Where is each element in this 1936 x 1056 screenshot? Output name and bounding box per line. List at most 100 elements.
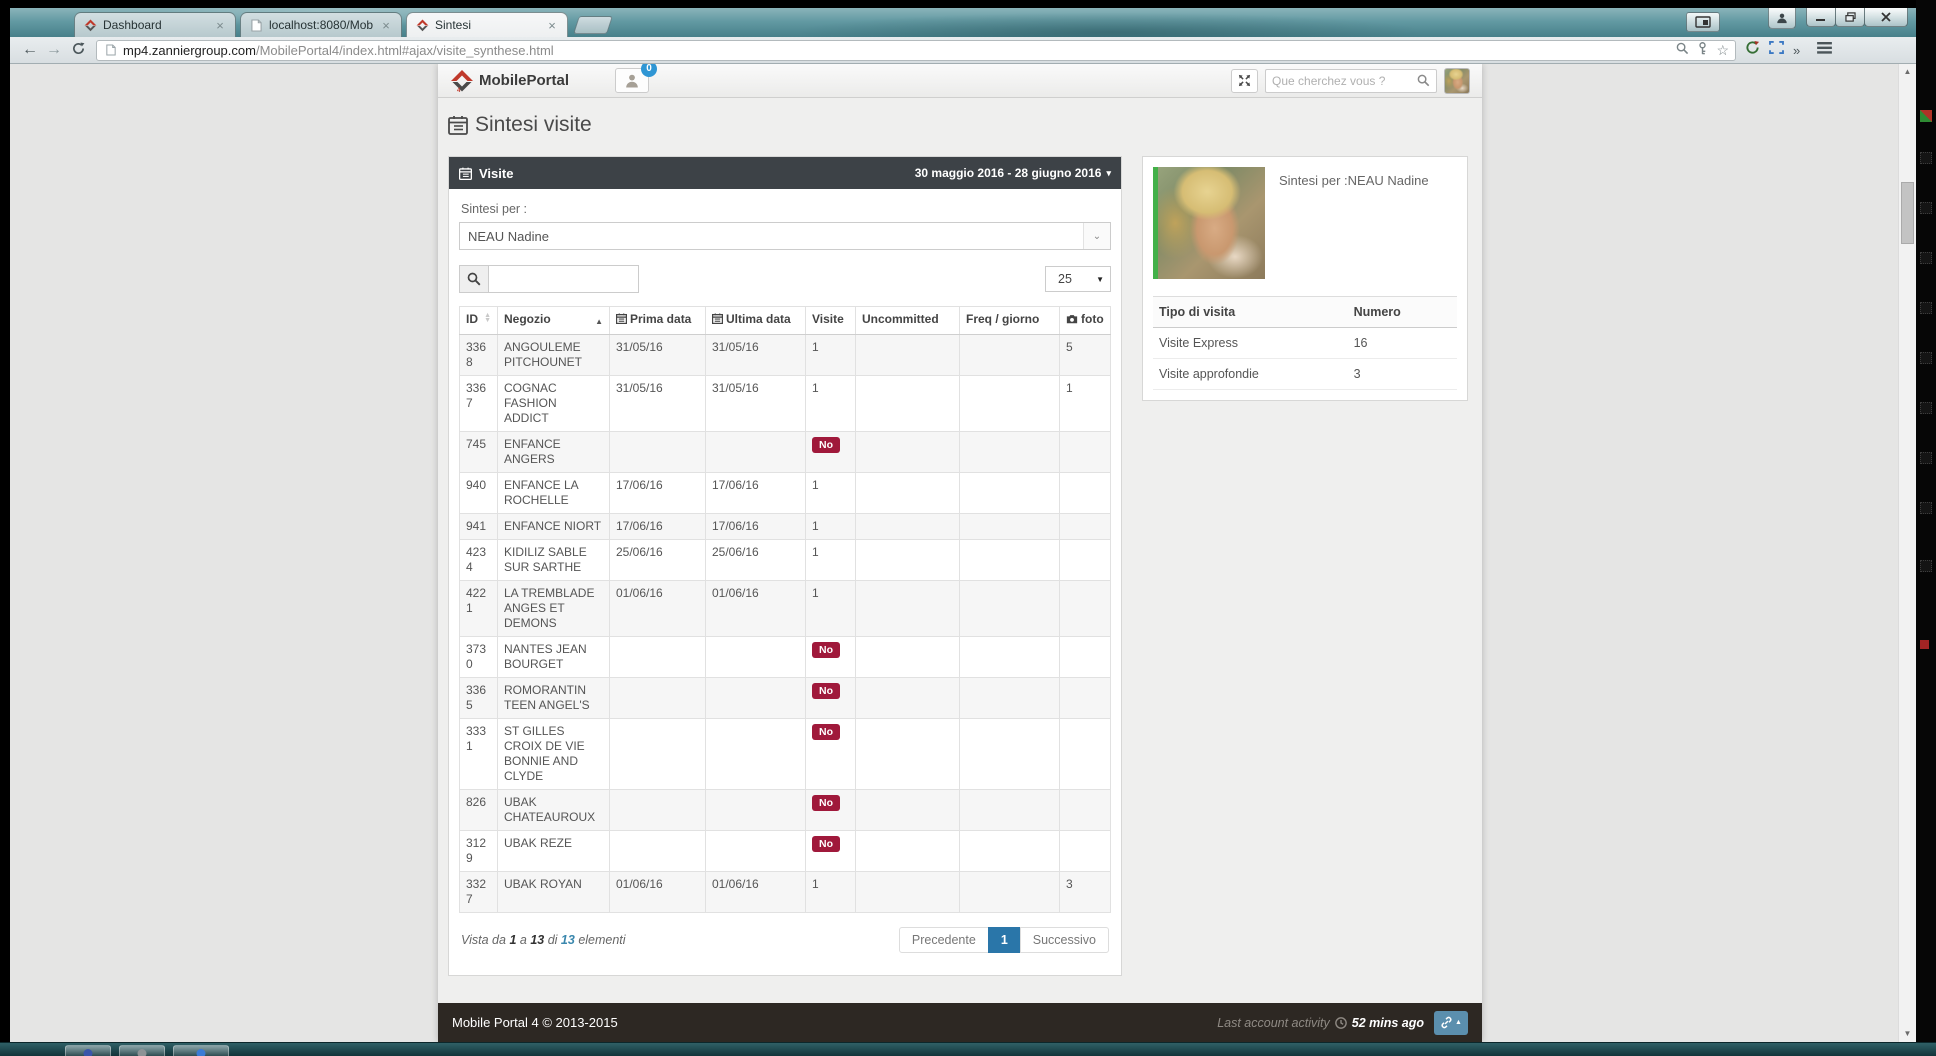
table-info: Vista da 1 a 13 di 13 elementi: [461, 933, 626, 947]
copyright-text: Mobile Portal 4 © 2013-2015: [452, 1015, 618, 1030]
column-header-id[interactable]: ID▲▼: [460, 307, 498, 335]
gadget-icon[interactable]: [1920, 560, 1932, 572]
cell-ultima-data: [706, 637, 806, 678]
cell-visite: No: [806, 432, 856, 473]
table-row[interactable]: 940ENFANCE LA ROCHELLE17/06/1617/06/161: [460, 473, 1111, 514]
table-row[interactable]: 3730NANTES JEAN BOURGETNo: [460, 637, 1111, 678]
pagination-next-button[interactable]: Successivo: [1020, 927, 1109, 953]
gadget-icon[interactable]: [1920, 252, 1932, 264]
cell-uncommitted: [856, 872, 960, 913]
gadget-icon[interactable]: [1920, 110, 1932, 122]
gadget-icon[interactable]: [1920, 302, 1932, 314]
cell-uncommitted: [856, 719, 960, 790]
gadget-icon[interactable]: [1920, 152, 1932, 164]
tab-close-icon[interactable]: ×: [379, 18, 393, 33]
visits-table-body: 3368ANGOULEME PITCHOUNET31/05/1631/05/16…: [460, 335, 1111, 913]
column-header-foto[interactable]: foto: [1060, 307, 1111, 335]
no-badge: No: [812, 642, 840, 658]
table-row[interactable]: 3327UBAK ROYAN01/06/1601/06/1613: [460, 872, 1111, 913]
zoom-icon[interactable]: [1676, 42, 1689, 58]
maximize-button[interactable]: [1835, 8, 1865, 27]
table-row[interactable]: 3367COGNAC FASHION ADDICT31/05/1631/05/1…: [460, 376, 1111, 432]
forward-button[interactable]: →: [42, 42, 66, 58]
cell-uncommitted: [856, 790, 960, 831]
browser-menu-icon[interactable]: [1817, 41, 1832, 59]
back-button[interactable]: ←: [18, 42, 42, 58]
cell-foto: [1060, 719, 1111, 790]
scrollbar-thumb[interactable]: [1901, 182, 1914, 244]
table-search-input[interactable]: [489, 265, 639, 293]
notifications-button[interactable]: 0: [615, 68, 649, 93]
table-row[interactable]: 3129UBAK REZENo: [460, 831, 1111, 872]
column-header-prima-data[interactable]: Prima data: [610, 307, 706, 335]
table-row[interactable]: 4234KIDILIZ SABLE SUR SARTHE25/06/1625/0…: [460, 540, 1111, 581]
close-button[interactable]: [1864, 8, 1908, 27]
minimize-button[interactable]: [1806, 8, 1836, 27]
gadget-icon[interactable]: [1920, 202, 1932, 214]
column-header-negozio[interactable]: Negozio▲: [498, 307, 610, 335]
table-row[interactable]: 4221LA TREMBLADE ANGES ET DEMONS01/06/16…: [460, 581, 1111, 637]
search-icon[interactable]: [1417, 74, 1430, 87]
scroll-up-arrow[interactable]: ▲: [1899, 64, 1916, 80]
date-range-selector[interactable]: 30 maggio 2016 - 28 giugno 2016 ▾: [915, 166, 1111, 180]
frame-extension-icon[interactable]: [1769, 41, 1784, 59]
sync-extension-icon[interactable]: [1745, 40, 1760, 60]
column-header-visite[interactable]: Visite: [806, 307, 856, 335]
reload-button[interactable]: [66, 42, 90, 59]
taskbar-app-button[interactable]: [173, 1045, 229, 1056]
browser-tab-dashboard[interactable]: Dashboard ×: [74, 12, 236, 37]
browser-toolbar: ← → mp4.zanniergroup.com/MobilePortal4/i…: [10, 37, 1916, 64]
cell-prima-data: 31/05/16: [610, 376, 706, 432]
password-key-icon[interactable]: [1697, 42, 1708, 58]
pagination-previous-button[interactable]: Precedente: [899, 927, 989, 953]
page-size-select[interactable]: 25 ▼: [1045, 266, 1111, 292]
app-header: 4 MobilePortal 0: [438, 64, 1482, 98]
window-controls: [1807, 8, 1908, 27]
browser-tab-localhost[interactable]: localhost:8080/MobilePor ×: [240, 12, 402, 37]
quick-links-button[interactable]: ▲: [1434, 1011, 1468, 1035]
table-row[interactable]: 3368ANGOULEME PITCHOUNET31/05/1631/05/16…: [460, 335, 1111, 376]
person-icon: [625, 73, 639, 88]
browser-profile-button[interactable]: [1768, 8, 1796, 29]
gadget-icon[interactable]: [1920, 452, 1932, 464]
column-header-ultima-data[interactable]: Ultima data: [706, 307, 806, 335]
cell-visite: 1: [806, 540, 856, 581]
person-select[interactable]: NEAU Nadine ⌄: [459, 222, 1111, 250]
no-badge: No: [812, 836, 840, 852]
table-row[interactable]: 745ENFANCE ANGERSNo: [460, 432, 1111, 473]
taskbar-app-button[interactable]: [65, 1045, 111, 1056]
notification-badge: 0: [641, 64, 657, 77]
taskbar-app-button[interactable]: [119, 1045, 165, 1056]
cell-prima-data: [610, 719, 706, 790]
scroll-down-arrow[interactable]: ▼: [1899, 1026, 1916, 1042]
browser-tab-sintesi[interactable]: Sintesi ×: [406, 12, 568, 37]
table-row[interactable]: 826UBAK CHATEAUROUXNo: [460, 790, 1111, 831]
gadget-icon[interactable]: [1920, 352, 1932, 364]
bookmark-star-icon[interactable]: ☆: [1716, 42, 1729, 59]
fullscreen-button[interactable]: [1231, 69, 1258, 93]
gadget-icon[interactable]: [1920, 502, 1932, 514]
global-search-input[interactable]: [1272, 74, 1417, 88]
brand-logo[interactable]: 4 MobilePortal: [450, 69, 569, 93]
cell-id: 3365: [460, 678, 498, 719]
column-header-freq[interactable]: Freq / giorno: [960, 307, 1060, 335]
user-avatar[interactable]: [1444, 68, 1470, 94]
table-row[interactable]: 3365ROMORANTIN TEEN ANGEL'SNo: [460, 678, 1111, 719]
gadget-icon[interactable]: [1920, 640, 1929, 649]
table-row[interactable]: 3331ST GILLES CROIX DE VIE BONNIE AND CL…: [460, 719, 1111, 790]
activity-value: 52 mins ago: [1352, 1016, 1424, 1030]
summary-row: Visite approfondie 3: [1153, 359, 1457, 390]
table-row[interactable]: 941ENFANCE NIORT17/06/1617/06/161: [460, 514, 1111, 540]
pagination-page-1-button[interactable]: 1: [988, 927, 1021, 953]
select-arrow-icon: ▼: [1096, 275, 1110, 284]
new-tab-button[interactable]: [573, 16, 613, 34]
tab-close-icon[interactable]: ×: [213, 18, 227, 33]
gadget-icon[interactable]: [1920, 402, 1932, 414]
display-switch-button[interactable]: [1686, 12, 1720, 32]
address-bar[interactable]: mp4.zanniergroup.com/MobilePortal4/index…: [96, 40, 1736, 61]
cell-visite: No: [806, 719, 856, 790]
cell-freq-giorno: [960, 335, 1060, 376]
overflow-chevron-icon[interactable]: »: [1793, 43, 1800, 58]
tab-close-icon[interactable]: ×: [545, 18, 559, 33]
column-header-uncommitted[interactable]: Uncommitted: [856, 307, 960, 335]
